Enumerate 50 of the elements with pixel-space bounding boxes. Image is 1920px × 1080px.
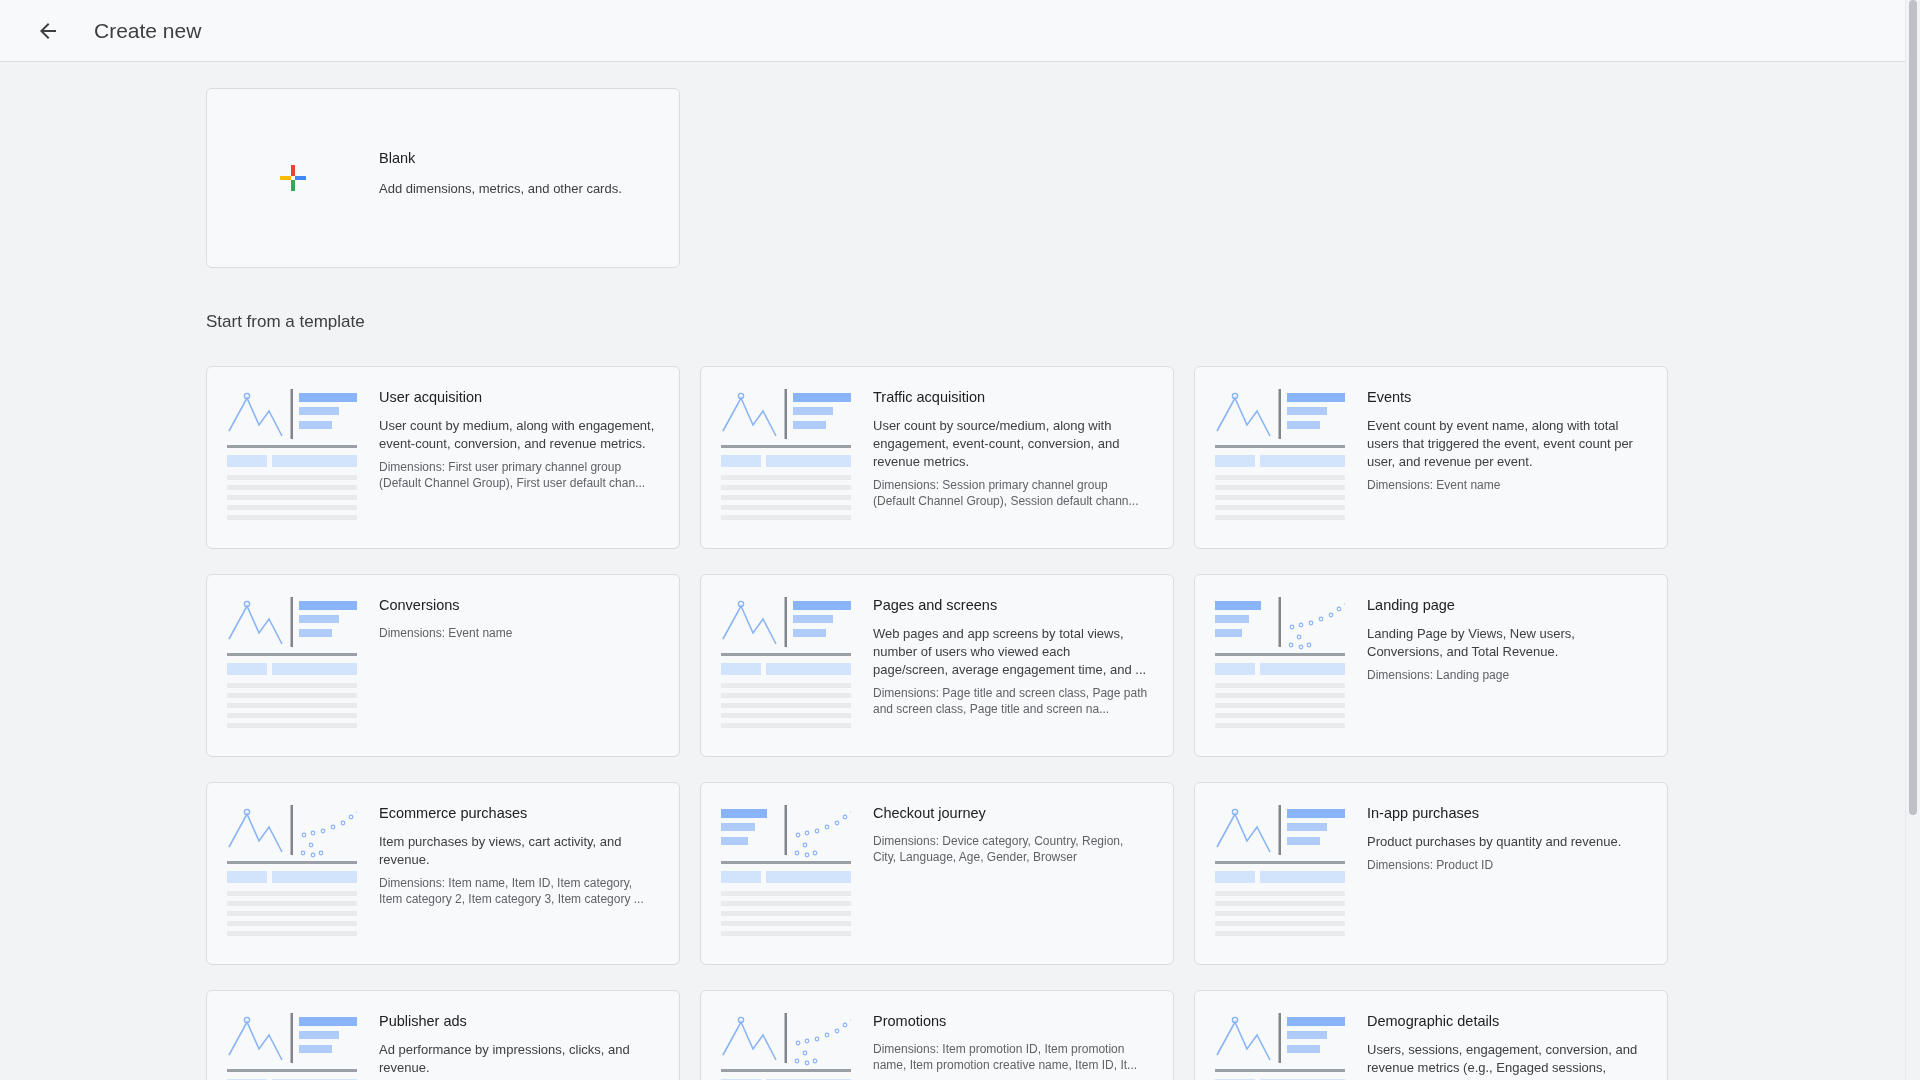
card-description: Item purchases by views, cart activity, and revenue.	[379, 833, 623, 869]
template-card[interactable]: Demographic details Users, sessions, engagement, conversion, and revenue metrics (e.g., Engaged sessions,	[1194, 990, 1668, 1080]
card-dimensions: Dimensions: Page title and screen class, Page path and screen class, Page title and screen na...	[873, 685, 1149, 717]
card-title: In-app purchases	[1367, 805, 1481, 821]
card-description: Add dimensions, metrics, and other cards.	[379, 180, 622, 198]
template-card[interactable]	[206, 366, 680, 549]
template-card[interactable]: Landing page Landing Page by Views, New users, Conversions, and Total Revenue. Dimensions: Landing page	[1194, 574, 1668, 757]
card-dimensions: Dimensions: Event name	[1367, 477, 1502, 493]
card-description: User count by source/medium, along with engagement, event-count, conversion, and revenue metrics.	[873, 417, 1121, 471]
template-card[interactable]: Publisher ads Ad performance by impressions, clicks, and revenue.	[206, 990, 680, 1080]
card-title: Events	[1367, 389, 1413, 405]
card-title: Checkout journey	[873, 805, 987, 821]
card-title: Publisher ads	[379, 1013, 468, 1029]
card-description: Event count by event name, along with total users that triggered the event, event count per user, and revenue per event.	[1367, 417, 1634, 471]
card-description: Web pages and app screens by total views, number of users who viewed each page/screen, average engagement time, and ...	[873, 625, 1148, 679]
scrollbar-thumb[interactable]	[1909, 0, 1917, 815]
card-dimensions: Dimensions: Item name, Item ID, Item category, Item category 2, Item category 3, Item category ...	[379, 875, 645, 907]
template-card[interactable]: In-app purchases Product purchases by quantity and revenue. Dimensions: Product ID	[1194, 782, 1668, 965]
blank-card[interactable]: Blank Add dimensions, metrics, and other cards.	[206, 88, 680, 268]
card-description: Users, sessions, engagement, conversion, and revenue metrics (e.g., Engaged sessions,	[1367, 1041, 1639, 1077]
card-title: Ecommerce purchases	[379, 805, 529, 821]
card-title: Landing page	[1367, 597, 1456, 613]
card-dimensions: Dimensions: Device category, Country, Region, City, Language, Age, Gender, Browser	[873, 833, 1125, 865]
card-title: User acquisition	[379, 389, 484, 405]
card-dimensions: Dimensions: Item promotion ID, Item promotion name, Item promotion creative name, Item ID, It...	[873, 1041, 1139, 1073]
template-card[interactable]: Checkout journey Dimensions: Device category, Country, Region, City, Language, Age, Gender, Browser	[700, 782, 1174, 965]
card-description: User count by medium, along with engagement, event-count, conversion, and revenue metrics.	[379, 417, 655, 453]
template-card[interactable]	[700, 366, 1174, 549]
card-title: Traffic acquisition	[873, 389, 987, 405]
card-dimensions: Dimensions: Session primary channel group (Default Channel Group), Session default chann...	[873, 477, 1140, 509]
page-title: Create new	[94, 18, 202, 43]
card-title: Conversions	[379, 597, 461, 613]
plus-icon	[280, 165, 306, 191]
template-card[interactable]: Promotions Dimensions: Item promotion ID, Item promotion name, Item promotion creative name, Item ID, It...	[700, 990, 1174, 1080]
template-card[interactable]: Ecommerce purchases Item purchases by views, cart activity, and revenue. Dimensions: Item name, Item ID, Item category, Item category 2, Item category 3, Item category ...	[206, 782, 680, 965]
card-description: Product purchases by quantity and revenue.	[1367, 833, 1622, 851]
card-description: Ad performance by impressions, clicks, and revenue.	[379, 1041, 631, 1077]
card-description: Landing Page by Views, New users, Conversions, and Total Revenue.	[1367, 625, 1576, 661]
card-title: Pages and screens	[873, 597, 999, 613]
card-dimensions: Dimensions: Event name	[379, 625, 513, 641]
card-dimensions: Dimensions: Product ID	[1367, 857, 1495, 873]
card-title: Demographic details	[1367, 1013, 1501, 1029]
template-card[interactable]: Conversions Dimensions: Event name	[206, 574, 680, 757]
card-title: Promotions	[873, 1013, 948, 1029]
card-dimensions: Dimensions: First user primary channel group (Default Channel Group), First user default chan...	[379, 459, 647, 491]
section-title: Start from a template	[206, 312, 366, 333]
template-card[interactable]: Events Event count by event name, along with total users that triggered the event, event count per user, and revenue per event. Dimensions: Event name	[1194, 366, 1668, 549]
template-card[interactable]	[700, 574, 1174, 757]
card-dimensions: Dimensions: Landing page	[1367, 667, 1511, 683]
card-title: Blank	[379, 150, 417, 166]
